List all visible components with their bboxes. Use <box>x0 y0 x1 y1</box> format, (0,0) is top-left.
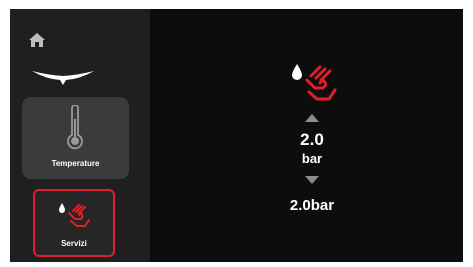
brand-logo <box>32 71 94 85</box>
sidebar-item-servizi[interactable]: Servizi <box>33 189 115 257</box>
pressure-unit: bar <box>301 151 323 166</box>
sidebar: Temperature Servizi <box>10 9 150 262</box>
increase-arrow-icon[interactable] <box>305 114 319 122</box>
decrease-arrow-icon[interactable] <box>305 176 319 184</box>
water-hand-icon <box>59 203 90 227</box>
pressure-summary: 2.0bar <box>289 197 335 214</box>
sidebar-item-label: Servizi <box>61 239 87 248</box>
home-icon[interactable] <box>29 33 45 47</box>
water-hand-icon <box>292 64 337 101</box>
app-screen: Temperature Servizi <box>10 9 463 262</box>
sidebar-item-label: Temperature <box>51 159 100 168</box>
sidebar-item-temperature[interactable]: Temperature <box>22 97 129 179</box>
thermometer-icon <box>67 105 83 150</box>
pressure-value: 2.0 <box>300 130 324 149</box>
